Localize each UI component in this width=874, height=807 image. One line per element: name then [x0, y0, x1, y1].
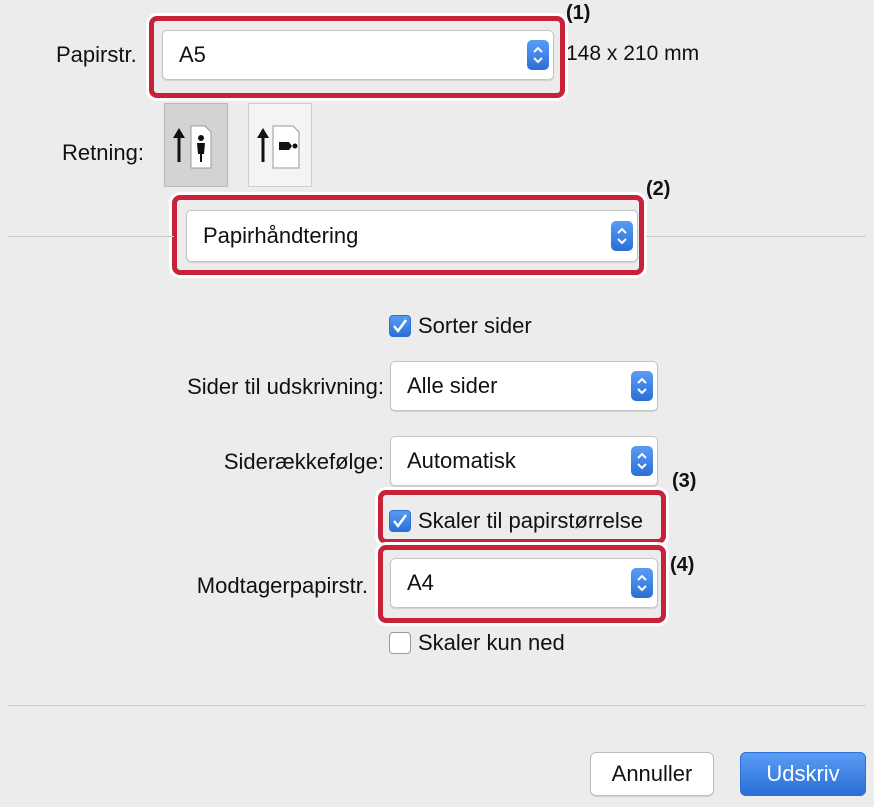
highlight-box-1 [149, 16, 565, 98]
paper-size-dimensions: 148 x 210 mm [566, 42, 700, 65]
scale-down-only-label: Skaler kun ned [418, 630, 565, 655]
callout-1: (1) [566, 2, 591, 24]
print-button[interactable]: Udskriv [740, 752, 866, 796]
highlight-box-4 [378, 545, 666, 623]
collate-label: Sorter sider [418, 313, 532, 338]
page-order-value: Automatisk [407, 448, 516, 473]
portrait-icon [173, 125, 212, 169]
callout-3: (3) [672, 470, 697, 492]
landscape-orientation-button[interactable] [248, 103, 312, 187]
orientation-label: Retning: [62, 140, 144, 165]
paper-size-label: Papirstr. [56, 42, 137, 67]
page-order-label: Siderækkefølge: [223, 449, 384, 474]
chevron-updown-icon [631, 446, 653, 476]
collate-checkbox[interactable] [389, 315, 411, 337]
separator-line [8, 236, 174, 237]
separator-line [646, 236, 866, 237]
cancel-button[interactable]: Annuller [590, 752, 714, 796]
scale-down-only-checkbox[interactable] [389, 632, 411, 654]
destination-paper-label: Modtagerpapirstr. [196, 573, 368, 598]
callout-4: (4) [670, 554, 695, 576]
highlight-box-3 [378, 490, 666, 544]
highlight-box-2 [172, 195, 644, 275]
chevron-updown-icon [631, 371, 653, 401]
pages-to-print-value: Alle sider [407, 373, 498, 398]
page-order-select[interactable]: Automatisk [390, 436, 658, 486]
landscape-icon [257, 125, 300, 169]
portrait-orientation-button[interactable] [164, 103, 228, 187]
callout-2: (2) [646, 178, 671, 200]
pages-to-print-label: Sider til udskrivning: [187, 374, 384, 399]
separator-line [8, 705, 866, 706]
checkmark-icon [393, 319, 408, 334]
pages-to-print-select[interactable]: Alle sider [390, 361, 658, 411]
